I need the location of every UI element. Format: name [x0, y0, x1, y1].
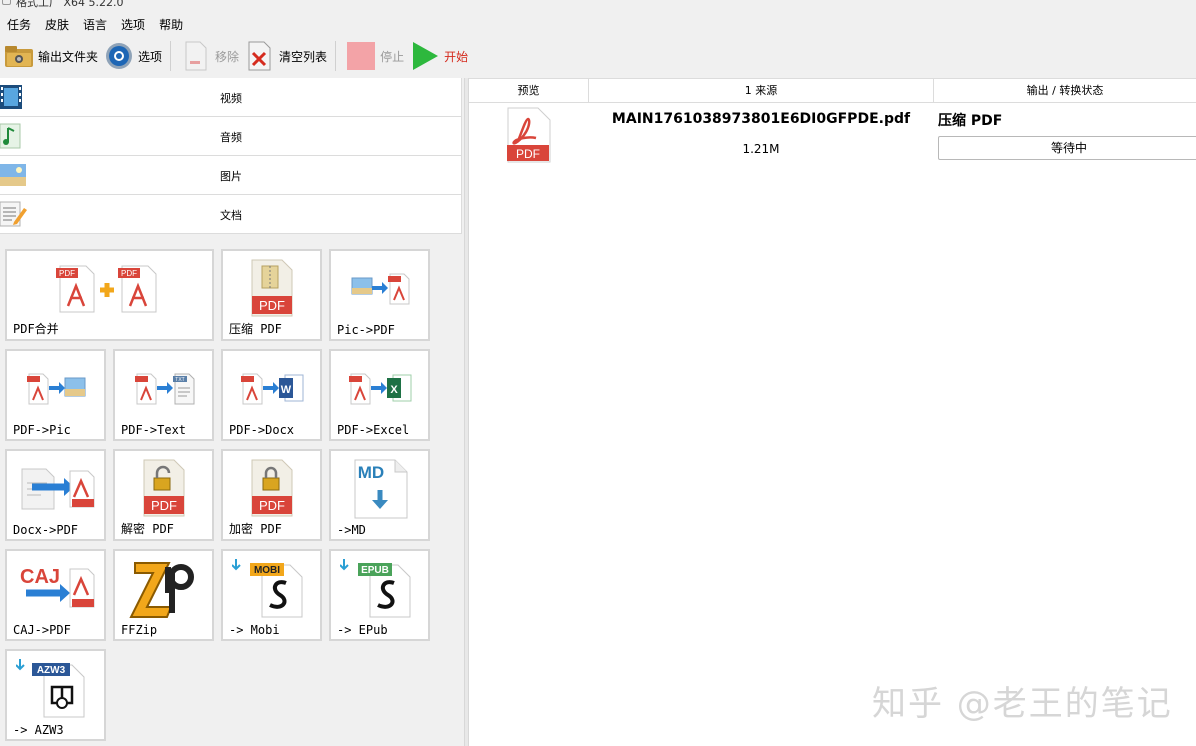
pic-to-pdf-icon: [331, 257, 428, 319]
pdf-label: PDF: [151, 498, 177, 513]
task-list-panel: 预览 1 来源 输出 / 转换状态 PDF MAIN1761038973801E…: [469, 78, 1196, 746]
zip-icon: [115, 557, 212, 619]
preview-label: PDF: [516, 147, 540, 161]
txt-label: TXT: [175, 377, 184, 383]
clear-list-button[interactable]: 清空列表: [241, 37, 327, 75]
play-icon: [410, 41, 440, 71]
azw3-icon: AZW3: [7, 657, 104, 719]
app-icon: [2, 0, 11, 5]
caj-label: CAJ: [20, 566, 60, 588]
tool-pdf-to-text[interactable]: TXT PDF->Text: [113, 349, 214, 441]
tool-to-md[interactable]: MD ->MD: [329, 449, 430, 541]
epub-label: EPUB: [361, 565, 389, 576]
word-label: W: [280, 384, 291, 396]
pdf-to-text-icon: TXT: [115, 357, 212, 419]
tool-decrypt-pdf[interactable]: PDF 解密 PDF: [113, 449, 214, 541]
pdf-to-excel-icon: X: [331, 357, 428, 419]
clear-list-icon: [245, 41, 275, 71]
menu-bar: 任务 皮肤 语言 选项 帮助: [0, 14, 190, 34]
tool-pdf-to-docx[interactable]: W PDF->Docx: [221, 349, 322, 441]
toolbar-divider: [335, 41, 337, 71]
column-output-status[interactable]: 输出 / 转换状态: [934, 79, 1196, 103]
toolbar: 输出文件夹 选项 移除 清空列表 停止 开始: [0, 37, 1196, 75]
output-folder-button[interactable]: 输出文件夹: [0, 37, 98, 75]
lock-pdf-icon: PDF: [223, 457, 320, 519]
remove-doc-icon: [181, 41, 211, 71]
pdf-label: PDF: [121, 269, 137, 278]
start-button[interactable]: 开始: [406, 37, 468, 75]
tool-pdf-merge[interactable]: PDF PDF PDF合并: [5, 249, 214, 341]
menu-options[interactable]: 选项: [114, 16, 152, 33]
gear-icon: [104, 41, 134, 71]
status-badge: 等待中: [938, 136, 1196, 160]
compress-pdf-icon: PDF: [223, 257, 320, 319]
tool-pdf-to-pic[interactable]: PDF->Pic: [5, 349, 106, 441]
tool-to-azw3[interactable]: AZW3 -> AZW3: [5, 649, 106, 741]
tool-to-mobi[interactable]: MOBI -> Mobi: [221, 549, 322, 641]
menu-language[interactable]: 语言: [76, 16, 114, 33]
left-panel: 视频 音频 图片 文档 PDF PDF PDF合并 PDF 压缩 PDF Pic…: [0, 78, 464, 746]
docx-to-pdf-icon: [7, 457, 104, 519]
category-document[interactable]: 文档: [0, 195, 462, 234]
tool-to-epub[interactable]: EPUB -> EPub: [329, 549, 430, 641]
pdf-to-docx-icon: W: [223, 357, 320, 419]
mobi-label: MOBI: [253, 565, 279, 576]
tool-pic-to-pdf[interactable]: Pic->PDF: [329, 249, 430, 341]
pdf-label: PDF: [259, 298, 285, 313]
output-format: 压缩 PDF: [938, 113, 1003, 129]
menu-skin[interactable]: 皮肤: [38, 16, 76, 33]
epub-icon: EPUB: [331, 557, 428, 619]
tool-ffzip[interactable]: FFZip: [113, 549, 214, 641]
markdown-icon: MD: [331, 457, 428, 519]
toolbar-divider: [170, 41, 172, 71]
pdf-to-pic-icon: [7, 357, 104, 419]
pdf-merge-icon: PDF PDF: [7, 257, 212, 319]
task-table-header: 预览 1 来源 输出 / 转换状态: [469, 78, 1196, 103]
unlock-pdf-icon: PDF: [115, 457, 212, 519]
category-video[interactable]: 视频: [0, 78, 462, 117]
folder-icon: [4, 41, 34, 71]
tool-docx-to-pdf[interactable]: Docx->PDF: [5, 449, 106, 541]
app-window: 格式工厂 X64 5.22.0 任务 皮肤 语言 选项 帮助 输出文件夹 选项 …: [0, 0, 1196, 746]
watermark: 知乎 @老王的笔记: [872, 684, 1173, 724]
pdf-label: PDF: [259, 498, 285, 513]
azw3-label: AZW3: [36, 665, 65, 676]
mobi-icon: MOBI: [223, 557, 320, 619]
stop-icon: [346, 41, 376, 71]
md-label: MD: [357, 463, 383, 482]
title-bar: 格式工厂 X64 5.22.0: [0, 0, 300, 9]
options-button[interactable]: 选项: [100, 37, 162, 75]
category-image[interactable]: 图片: [0, 156, 462, 195]
pdf-file-icon: PDF: [507, 107, 551, 163]
remove-button[interactable]: 移除: [177, 37, 239, 75]
stop-button[interactable]: 停止: [342, 37, 404, 75]
menu-help[interactable]: 帮助: [152, 16, 190, 33]
tool-encrypt-pdf[interactable]: PDF 加密 PDF: [221, 449, 322, 541]
source-filename: MAIN1761038973801E6DI0GFPDE.pdf: [611, 111, 911, 127]
tool-compress-pdf[interactable]: PDF 压缩 PDF: [221, 249, 322, 341]
source-filesize: 1.21M: [742, 142, 780, 156]
window-title: 格式工厂 X64 5.22.0: [16, 0, 124, 9]
menu-task[interactable]: 任务: [0, 16, 38, 33]
caj-to-pdf-icon: CAJ: [7, 557, 104, 619]
category-audio[interactable]: 音频: [0, 117, 462, 156]
column-preview[interactable]: 预览: [469, 79, 589, 103]
tool-pdf-to-excel[interactable]: X PDF->Excel: [329, 349, 430, 441]
excel-label: X: [390, 384, 398, 396]
tool-caj-to-pdf[interactable]: CAJ CAJ->PDF: [5, 549, 106, 641]
column-source[interactable]: 1 来源: [589, 79, 934, 103]
pdf-label: PDF: [59, 269, 75, 278]
